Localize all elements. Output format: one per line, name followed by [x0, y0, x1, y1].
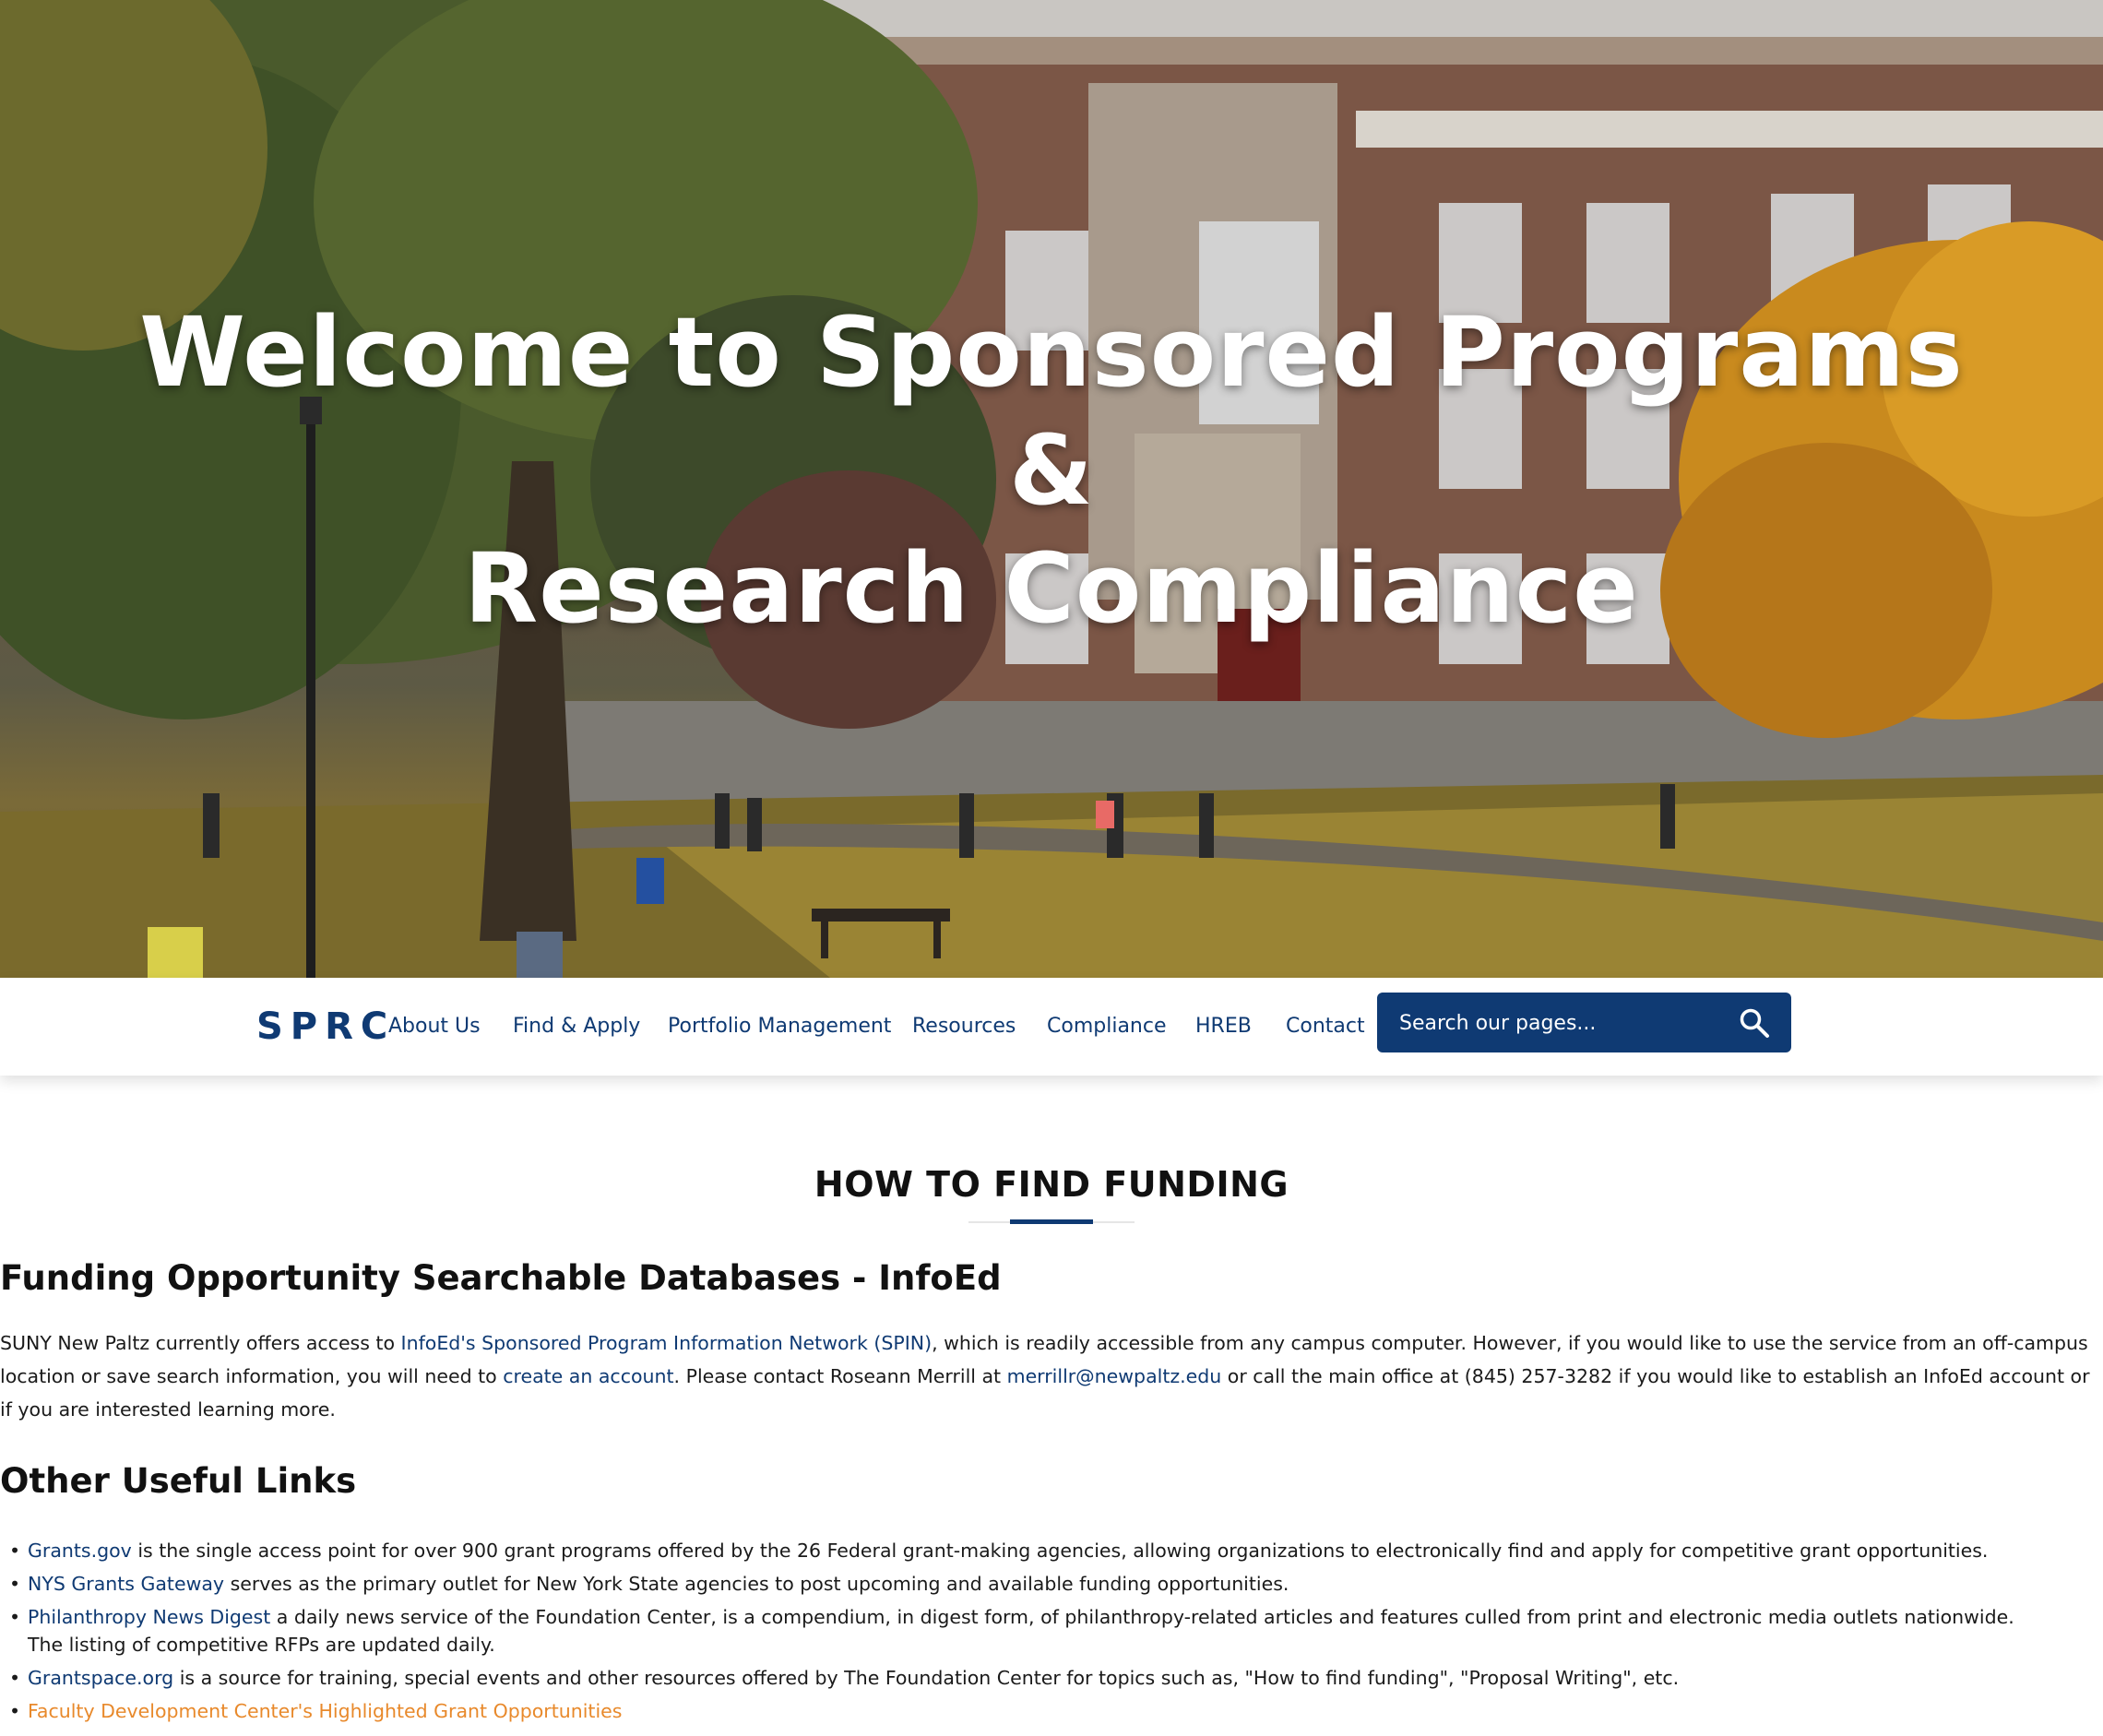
search-input[interactable]	[1397, 1004, 1733, 1042]
list-item-text: is the single access point for over 900 …	[131, 1540, 1989, 1562]
create-account-link[interactable]: create an account	[503, 1365, 673, 1387]
hero-title-line-1: Welcome to Sponsored Programs	[139, 296, 1964, 409]
spin-link[interactable]: InfoEd's Sponsored Program Information N…	[401, 1332, 933, 1354]
grants-gov-link[interactable]: Grants.gov	[28, 1540, 132, 1562]
section-title-accent	[1010, 1219, 1093, 1224]
grantspace-link[interactable]: Grantspace.org	[28, 1667, 173, 1689]
brand-logo[interactable]: SPRC	[256, 1005, 395, 1048]
nav-compliance[interactable]: Compliance	[1047, 1015, 1167, 1038]
list-item-text: serves as the primary outlet for New Yor…	[224, 1573, 1289, 1595]
list-item: Grantspace.org is a source for training,…	[0, 1664, 2014, 1692]
nav-find-apply[interactable]: Find & Apply	[513, 1015, 640, 1038]
nav-hreb[interactable]: HREB	[1195, 1015, 1252, 1038]
nys-grants-gateway-link[interactable]: NYS Grants Gateway	[28, 1573, 224, 1595]
list-item-text: is a source for training, special events…	[173, 1667, 1680, 1689]
list-item-text-line2: The listing of competitive RFPs are upda…	[28, 1634, 495, 1656]
search-icon[interactable]	[1739, 1007, 1770, 1039]
hero-title: Welcome to Sponsored Programs & Research…	[0, 293, 2103, 648]
list-item-text: a daily news service of the Foundation C…	[270, 1606, 2014, 1628]
list-item: Philanthropy News Digest a daily news se…	[0, 1603, 2014, 1659]
nav-portfolio-management[interactable]: Portfolio Management	[668, 1015, 891, 1038]
nav-contact[interactable]: Contact	[1286, 1015, 1365, 1038]
infoed-heading: Funding Opportunity Searchable Databases…	[0, 1258, 1002, 1298]
philanthropy-news-digest-link[interactable]: Philanthropy News Digest	[28, 1606, 270, 1628]
hero-banner: Welcome to Sponsored Programs & Research…	[0, 0, 2103, 978]
infoed-text-3: . Please contact Roseann Merrill at	[673, 1365, 1007, 1387]
faculty-development-center-link[interactable]: Faculty Development Center's Highlighted…	[28, 1700, 622, 1722]
list-item: Grants.gov is the single access point fo…	[0, 1537, 2014, 1564]
infoed-paragraph: SUNY New Paltz currently offers access t…	[0, 1326, 2098, 1426]
search-box	[1377, 993, 1791, 1052]
infoed-text-1: SUNY New Paltz currently offers access t…	[0, 1332, 401, 1354]
hero-title-line-2: &	[1009, 414, 1094, 527]
nav-resources[interactable]: Resources	[912, 1015, 1016, 1038]
nav-about-us[interactable]: About Us	[388, 1015, 481, 1038]
hero-title-line-3: Research Compliance	[464, 532, 1639, 645]
useful-links-list: Grants.gov is the single access point fo…	[0, 1537, 2014, 1730]
section-title: HOW TO FIND FUNDING	[814, 1164, 1289, 1205]
list-item: Faculty Development Center's Highlighted…	[0, 1697, 2014, 1725]
list-item: NYS Grants Gateway serves as the primary…	[0, 1570, 2014, 1598]
main-navigation: SPRC About Us Find & Apply Portfolio Man…	[0, 978, 2103, 1076]
other-links-heading: Other Useful Links	[0, 1461, 357, 1501]
email-link[interactable]: merrillr@newpaltz.edu	[1007, 1365, 1222, 1387]
